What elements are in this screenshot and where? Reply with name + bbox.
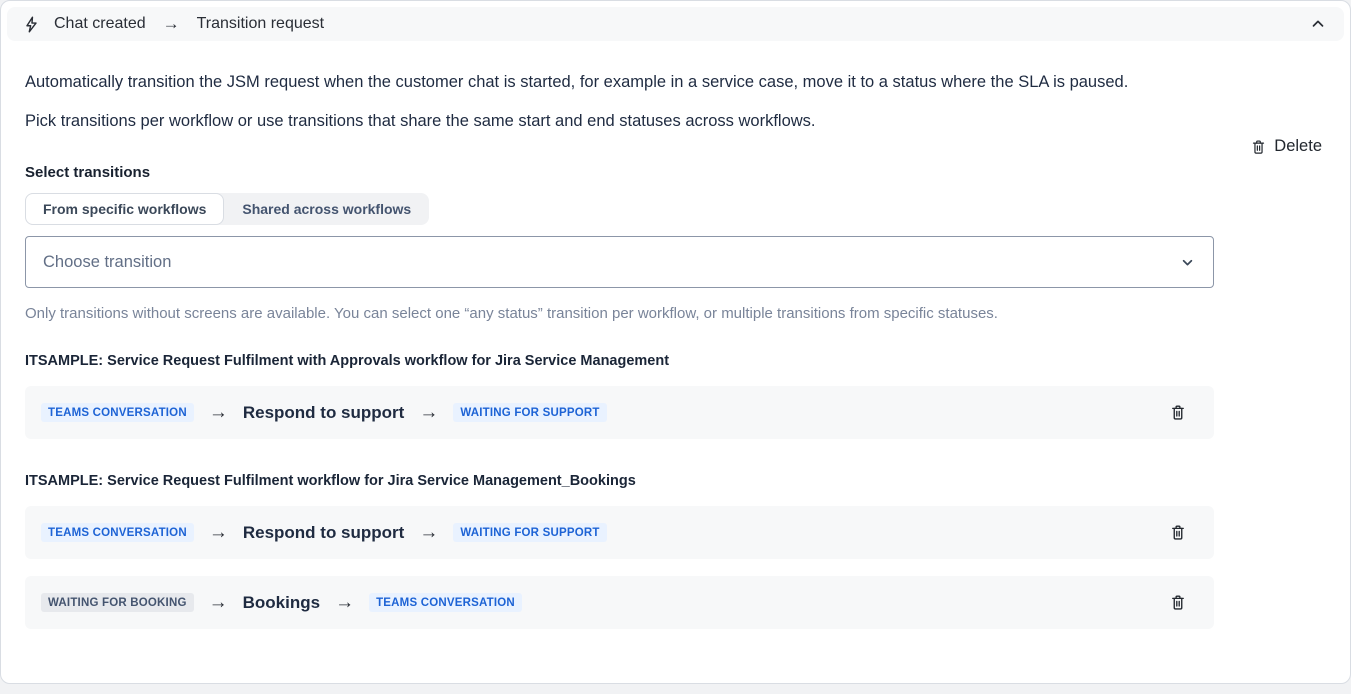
trash-icon (1169, 593, 1187, 612)
chevron-up-icon (1309, 15, 1327, 33)
arrow: → (209, 402, 228, 424)
rule-description-2: Pick transitions per workflow or use tra… (25, 108, 1210, 135)
delete-rule-button[interactable]: Delete (1250, 135, 1322, 158)
status-badge-from: TEAMS CONVERSATION (41, 403, 194, 422)
delete-transition-button[interactable] (1166, 590, 1190, 615)
status-badge-to: WAITING FOR SUPPORT (453, 403, 606, 422)
arrow: → (209, 592, 228, 614)
workflow-heading: ITSAMPLE: Service Request Fulfilment wit… (25, 353, 1322, 369)
arrow: → (419, 522, 438, 544)
status-badge-from: TEAMS CONVERSATION (41, 523, 194, 542)
action-name: Transition request (197, 15, 324, 33)
transition-row: TEAMS CONVERSATION → Respond to support → WA… (25, 386, 1214, 439)
status-badge-to: TEAMS CONVERSATION (369, 593, 522, 612)
transition-name: Respond to support (243, 403, 404, 423)
delete-transition-button[interactable] (1166, 520, 1190, 545)
dropdown-helper-text: Only transitions without screens are ava… (25, 305, 1214, 322)
workflows-section: ITSAMPLE: Service Request Fulfilment wit… (25, 353, 1322, 659)
automation-bolt-icon (22, 15, 41, 34)
trash-icon (1250, 138, 1267, 156)
choose-transition-dropdown[interactable]: Choose transition (25, 236, 1214, 288)
transition-mode-tabs: From specific workflows Shared across wo… (25, 193, 429, 225)
delete-transition-button[interactable] (1166, 400, 1190, 425)
trash-icon (1169, 523, 1187, 542)
transition-name: Respond to support (243, 523, 404, 543)
transition-row: WAITING FOR BOOKING → Bookings → TEAMS CONVE… (25, 576, 1214, 629)
workflow-heading: ITSAMPLE: Service Request Fulfilment wor… (25, 473, 1322, 489)
trash-icon (1169, 403, 1187, 422)
header-arrow: → (163, 14, 180, 34)
arrow: → (335, 592, 354, 614)
select-transitions-heading: Select transitions (25, 164, 1322, 181)
chevron-down-icon (1179, 254, 1196, 271)
arrow: → (209, 522, 228, 544)
rule-config-panel: Chat created → Transition request Delete… (0, 0, 1351, 684)
delete-rule-label: Delete (1274, 137, 1322, 156)
tab-shared-across-workflows[interactable]: Shared across workflows (224, 193, 429, 225)
rule-header[interactable]: Chat created → Transition request (7, 7, 1344, 41)
collapse-button[interactable] (1307, 13, 1329, 35)
transition-row: TEAMS CONVERSATION → Respond to support → WA… (25, 506, 1214, 559)
dropdown-placeholder: Choose transition (43, 253, 171, 272)
trigger-name: Chat created (54, 15, 146, 33)
status-badge-to: WAITING FOR SUPPORT (453, 523, 606, 542)
rule-description: Automatically transition the JSM request… (25, 69, 1210, 96)
status-badge-from: WAITING FOR BOOKING (41, 593, 194, 612)
transition-name: Bookings (243, 593, 320, 613)
tab-from-specific-workflows[interactable]: From specific workflows (25, 193, 224, 225)
arrow: → (419, 402, 438, 424)
